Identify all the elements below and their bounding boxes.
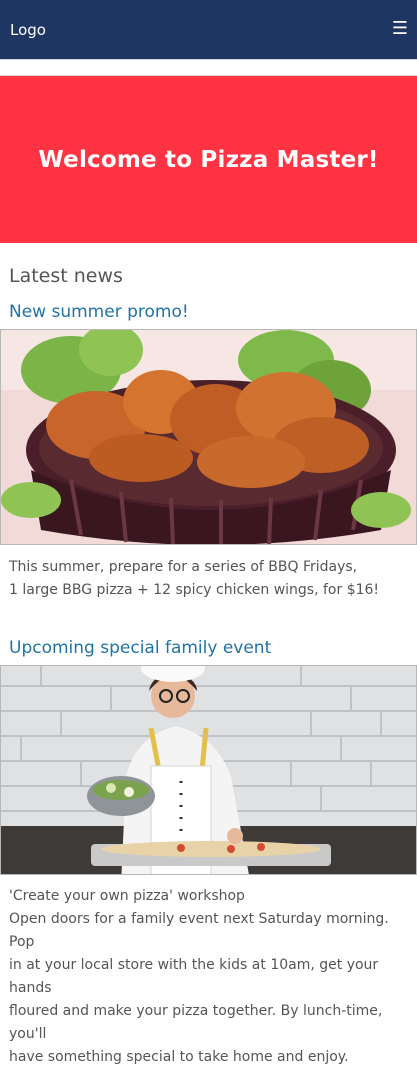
hero-title: Welcome to Pizza Master! — [38, 146, 379, 173]
article-text-line: floured and make your pizza together. By… — [9, 1003, 383, 1042]
fried-chicken-basket-image — [0, 329, 417, 545]
header-spacer — [0, 60, 417, 76]
article-title[interactable]: New summer promo! — [0, 287, 417, 322]
news-article: New summer promo! This summer, prepare f… — [0, 287, 417, 602]
article-text: This summer, prepare for a series of BBQ… — [0, 545, 417, 602]
menu-hamburger-icon[interactable]: ☰ — [392, 19, 408, 38]
top-navigation-bar: Logo ☰ — [0, 0, 417, 60]
main-content: Latest news New summer promo! This summe… — [0, 243, 417, 1069]
fried-chicken-illustration — [1, 330, 416, 544]
article-text-line: 1 large BBG pizza + 12 spicy chicken win… — [9, 582, 380, 598]
child-chef-illustration — [1, 666, 416, 874]
article-title[interactable]: Upcoming special family event — [0, 602, 417, 658]
article-text: 'Create your own pizza' workshop Open do… — [0, 875, 417, 1069]
article-text-line: 'Create your own pizza' workshop — [9, 888, 245, 904]
article-text-line: in at your local store with the kids at … — [9, 957, 379, 996]
logo[interactable]: Logo — [10, 21, 46, 39]
hero-banner: Welcome to Pizza Master! — [0, 76, 417, 243]
article-text-line: have something special to take home and … — [9, 1049, 349, 1065]
news-article: Upcoming special family event 'Create yo… — [0, 602, 417, 1069]
section-heading: Latest news — [9, 265, 123, 287]
article-text-line: This summer, prepare for a series of BBQ… — [9, 559, 358, 575]
article-text-line: Open doors for a family event next Satur… — [9, 911, 389, 950]
child-chef-pizza-image — [0, 665, 417, 875]
